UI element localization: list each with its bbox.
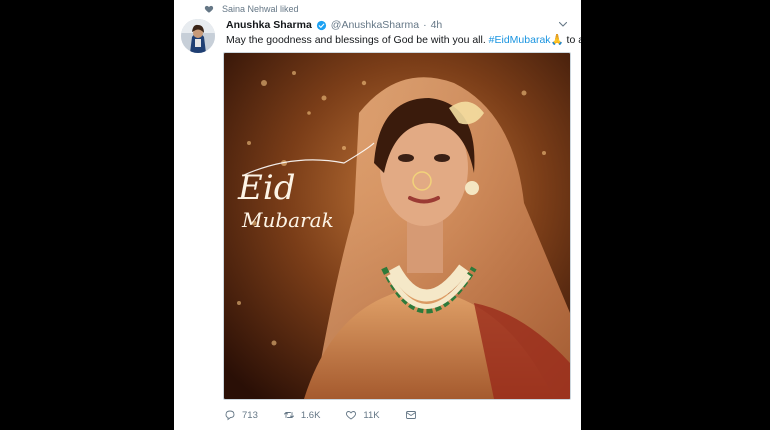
like-count: 11K: [363, 409, 380, 421]
envelope-icon: [405, 411, 416, 419]
retweet-button[interactable]: 1.6K: [283, 409, 321, 421]
separator-dot: ·: [423, 19, 427, 31]
tweet-text-end: to all.: [566, 34, 581, 46]
heart-outline-icon: [346, 411, 357, 420]
retweet-icon: [283, 412, 294, 418]
retweet-count: 1.6K: [300, 409, 321, 421]
chevron-down-icon[interactable]: [557, 18, 569, 30]
author-handle[interactable]: @AnushkaSharma: [331, 19, 419, 31]
emoji: 🙏: [550, 34, 564, 46]
author-name[interactable]: Anushka Sharma: [226, 19, 312, 31]
reply-icon: [225, 410, 235, 421]
tweet-text: May the goodness and blessings of God be…: [226, 33, 581, 46]
tweet-header: Anushka Sharma @AnushkaSharma · 4h: [226, 17, 442, 33]
avatar[interactable]: [181, 19, 215, 53]
verified-icon: [316, 20, 326, 30]
tweet-text-main: May the goodness and blessings of God be…: [226, 34, 489, 46]
direct-message-button[interactable]: [405, 409, 417, 421]
hashtag-link[interactable]: #EidMubarak: [489, 34, 551, 46]
poster-text-mubarak: Mubarak: [241, 208, 334, 232]
tweet-actions: 713 1.6K 11K: [224, 406, 442, 424]
timestamp[interactable]: 4h: [431, 19, 443, 31]
like-button[interactable]: 11K: [345, 409, 380, 421]
tweet-card[interactable]: Saina Nehwal liked Anushka Sharma @Anush…: [174, 0, 581, 430]
tweet-image[interactable]: Eid Mubarak: [223, 52, 571, 400]
social-context-text: Saina Nehwal liked: [222, 4, 299, 14]
reply-button[interactable]: 713: [224, 409, 258, 421]
eid-mubarak-poster: Eid Mubarak: [224, 53, 570, 399]
reply-count: 713: [242, 409, 258, 421]
heart-icon: [204, 5, 214, 13]
poster-text-eid: Eid: [237, 168, 295, 208]
social-context: Saina Nehwal liked: [204, 2, 299, 16]
